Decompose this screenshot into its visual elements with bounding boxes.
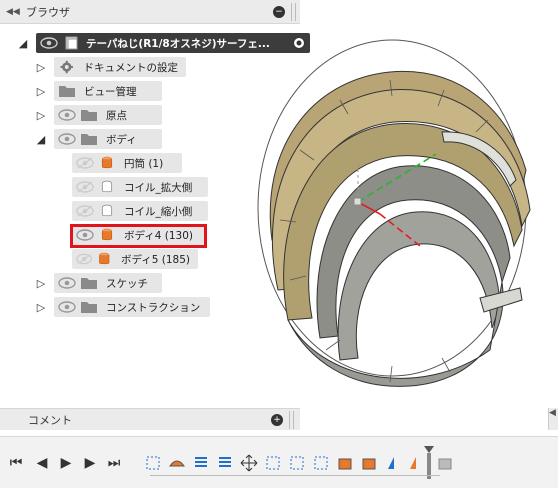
tree-item-label: コイル_拡大側 xyxy=(124,181,193,194)
tree-item-label: 原点 xyxy=(106,109,127,122)
timeline-move-icon[interactable] xyxy=(240,454,258,472)
tree-item-body-coil-expand[interactable]: コイル_拡大側 xyxy=(72,176,208,198)
timeline-extrude-icon[interactable] xyxy=(168,454,186,472)
tree-item-label: 円筒 (1) xyxy=(124,157,164,170)
tree-item-label: ボディ5 (185) xyxy=(120,253,190,266)
tree-item-body-cylinder[interactable]: 円筒 (1) xyxy=(72,152,182,174)
tree-item-sketches[interactable]: ▷ スケッチ xyxy=(34,272,162,294)
folder-icon xyxy=(81,134,97,145)
expanded-triangle-icon[interactable]: ◢ xyxy=(34,132,48,146)
eye-icon[interactable] xyxy=(58,301,76,313)
timeline-sketch-icon[interactable] xyxy=(144,454,162,472)
selection-highlight xyxy=(70,224,207,248)
folder-icon xyxy=(59,86,75,97)
tree-item-label: コンストラクション xyxy=(106,301,201,314)
body-icon xyxy=(101,156,113,169)
timeline-bar: ⏮ ◀ ▶ ▶ ⏭ xyxy=(0,436,558,488)
tree-item-body-coil-shrink[interactable]: コイル_縮小側 xyxy=(72,200,208,222)
timeline-coil-icon[interactable] xyxy=(216,454,234,472)
tree-item-bodies[interactable]: ◢ ボディ xyxy=(34,128,162,150)
tree-item-construction[interactable]: ▷ コンストラクション xyxy=(34,296,210,318)
play-icon[interactable]: ▶ xyxy=(58,455,74,471)
collapsed-triangle-icon[interactable]: ▷ xyxy=(34,60,48,74)
tree-item-label: ボディ xyxy=(106,133,137,146)
eye-icon[interactable] xyxy=(58,109,76,121)
collapsed-triangle-icon[interactable]: ▷ xyxy=(34,276,48,290)
body-icon xyxy=(99,252,110,265)
right-panel-edge[interactable]: ◀ xyxy=(548,408,558,430)
add-comment-icon[interactable]: + xyxy=(271,413,283,426)
eye-hidden-icon[interactable] xyxy=(76,253,93,265)
step-back-icon[interactable]: ◀ xyxy=(34,455,50,471)
timeline-sketch-icon[interactable] xyxy=(264,454,282,472)
eye-icon[interactable] xyxy=(58,133,76,145)
timeline-sketch-icon[interactable] xyxy=(288,454,306,472)
browser-title: ブラウザ xyxy=(26,5,70,19)
timeline-split-icon[interactable] xyxy=(360,454,378,472)
expanded-triangle-icon[interactable]: ◢ xyxy=(16,36,30,50)
go-to-start-icon[interactable]: ⏮ xyxy=(8,455,24,471)
tree-item-view-management[interactable]: ▷ ビュー管理 xyxy=(34,80,162,102)
folder-icon xyxy=(81,110,97,121)
eye-hidden-icon[interactable] xyxy=(76,205,94,217)
eye-hidden-icon[interactable] xyxy=(76,181,94,193)
tree-item-label: コイル_縮小側 xyxy=(124,205,193,218)
tree-item-body5[interactable]: ボディ5 (185) xyxy=(72,248,198,270)
panel-splitter[interactable] xyxy=(289,410,294,429)
body-outline-icon xyxy=(101,180,113,193)
tree-item-label: ビュー管理 xyxy=(84,85,137,98)
tree-item-document-settings[interactable]: ▷ ドキュメントの設定 xyxy=(34,56,186,78)
timeline-split-icon[interactable] xyxy=(336,454,354,472)
timeline-split-icon[interactable] xyxy=(436,454,454,472)
folder-icon xyxy=(81,302,97,313)
collapsed-triangle-icon[interactable]: ▷ xyxy=(34,84,48,98)
timeline-combine-icon[interactable] xyxy=(384,454,402,472)
timeline-sketch-icon[interactable] xyxy=(312,454,330,472)
body-outline-icon xyxy=(101,204,113,217)
collapse-minus-icon[interactable]: − xyxy=(273,5,285,18)
eye-hidden-icon[interactable] xyxy=(76,157,94,169)
comments-panel-header: コメント + xyxy=(0,408,300,430)
panel-splitter[interactable] xyxy=(291,2,296,21)
3d-viewport[interactable] xyxy=(230,20,558,410)
eye-icon[interactable] xyxy=(58,277,76,289)
gear-icon xyxy=(60,60,73,74)
collapsed-triangle-icon[interactable]: ▷ xyxy=(34,108,48,122)
tree-item-label: ドキュメントの設定 xyxy=(83,61,179,74)
component-icon xyxy=(65,36,78,50)
go-to-end-icon[interactable]: ⏭ xyxy=(106,455,122,471)
tree-item-origin[interactable]: ▷ 原点 xyxy=(34,104,162,126)
collapsed-triangle-icon[interactable]: ▷ xyxy=(34,300,48,314)
timeline-coil-icon[interactable] xyxy=(192,454,210,472)
collapse-panel-icon[interactable]: ◀◀ xyxy=(6,7,22,17)
eye-icon[interactable] xyxy=(40,37,58,49)
step-forward-icon[interactable]: ▶ xyxy=(82,455,98,471)
tree-item-label: スケッチ xyxy=(106,277,148,290)
folder-icon xyxy=(81,278,97,289)
comments-title: コメント xyxy=(28,413,72,427)
timeline-track xyxy=(150,475,440,476)
